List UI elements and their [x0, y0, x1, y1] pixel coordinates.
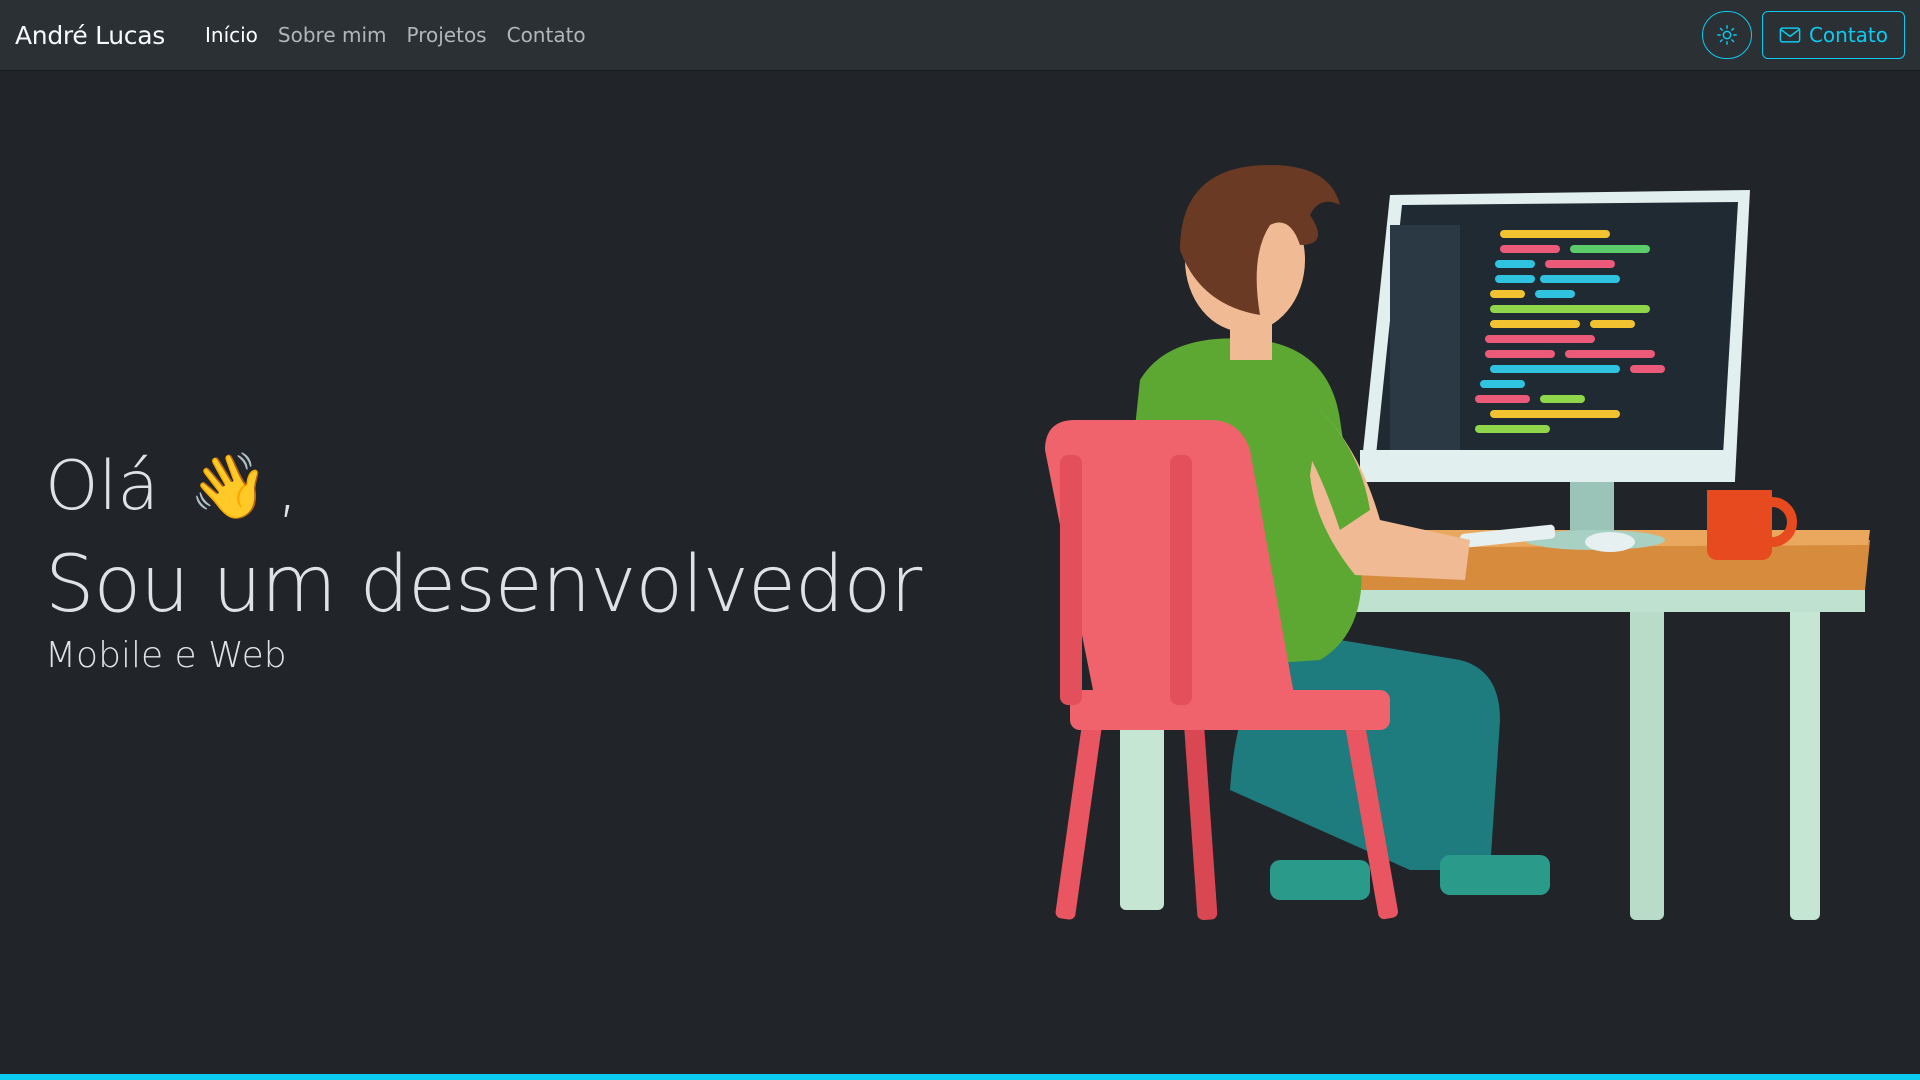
developer-at-desk-illustration	[1045, 165, 1870, 921]
envelope-icon	[1779, 27, 1801, 43]
hero-headline: Sou um desenvolvedor	[45, 539, 922, 630]
monitor	[1360, 190, 1750, 550]
nav-links: Início Sobre mim Projetos Contato	[195, 15, 596, 55]
bottom-accent-bar	[0, 1074, 1920, 1080]
nav-link-contato[interactable]: Contato	[497, 15, 596, 55]
nav-link-inicio[interactable]: Início	[195, 15, 268, 55]
waving-hand-icon: 👋	[189, 450, 269, 525]
sun-icon	[1717, 25, 1737, 45]
theme-toggle-button[interactable]	[1701, 11, 1752, 59]
hero-subtitle: Mobile e Web	[45, 635, 287, 677]
nav-actions: Contato	[1701, 11, 1905, 59]
greeting: Olá 👋 ,	[45, 447, 921, 526]
contact-button-label: Contato	[1808, 23, 1888, 47]
brand-link[interactable]: André Lucas	[15, 21, 165, 50]
contact-button[interactable]: Contato	[1761, 11, 1905, 59]
greeting-comma: ,	[276, 447, 299, 526]
nav-link-projetos[interactable]: Projetos	[397, 15, 497, 55]
hero-text: Olá 👋 , Sou um desenvolvedor Mobile e We…	[45, 447, 922, 678]
navbar: André Lucas Início Sobre mim Projetos Co…	[0, 0, 1920, 70]
nav-link-sobre-mim[interactable]: Sobre mim	[268, 15, 397, 55]
greeting-text: Olá	[45, 447, 160, 526]
